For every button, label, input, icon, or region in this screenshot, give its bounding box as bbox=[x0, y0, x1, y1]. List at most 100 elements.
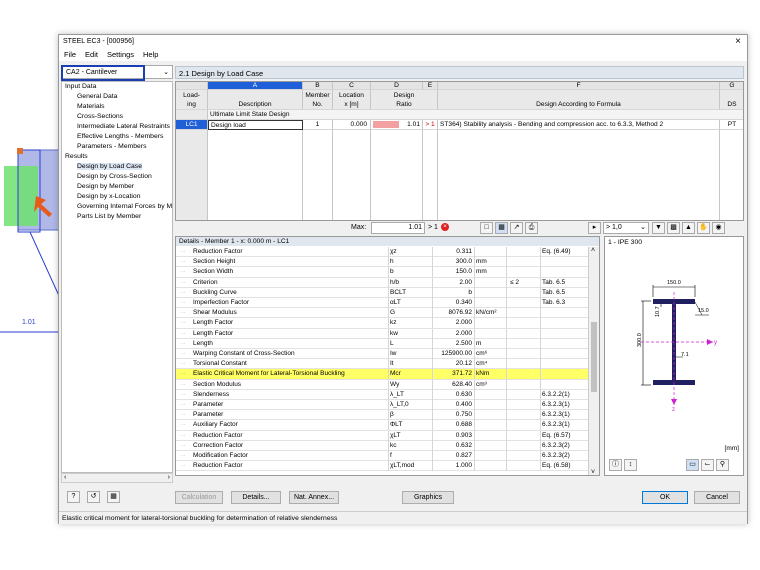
chevron-up-icon[interactable]: ˄ bbox=[591, 247, 595, 254]
table-row[interactable]: ·· Slenderness λ_LT 0.630 6.3.2.2(1) bbox=[176, 389, 588, 400]
table-row[interactable]: ·· Parameter β 0.750 6.3.2.3(1) bbox=[176, 410, 588, 421]
nav-item-parts-list[interactable]: Parts List by Member bbox=[77, 213, 141, 220]
nav-item-cross-sections[interactable]: Cross-Sections bbox=[77, 113, 123, 120]
print-icon[interactable]: ⎙ bbox=[525, 222, 538, 234]
cell-description[interactable]: Design load bbox=[208, 120, 303, 130]
col-letter-b[interactable]: B bbox=[303, 82, 333, 90]
table-row[interactable]: ·· Buckling Curve BCLT b Tab. 6.5 bbox=[176, 287, 588, 298]
eye-icon[interactable]: ◉ bbox=[712, 222, 725, 234]
chevron-down-icon[interactable]: ⌄ bbox=[163, 68, 169, 76]
table-row[interactable]: ·· Reduction Factor χz 0.311 Eq. (6.49) bbox=[176, 247, 588, 258]
table-row[interactable]: ·· Section Height h 300.0 mm bbox=[176, 257, 588, 268]
nav-item-materials[interactable]: Materials bbox=[77, 103, 105, 110]
cell-location[interactable]: 0.000 bbox=[333, 120, 371, 130]
table-row[interactable]: ·· Modification Factor f 0.827 6.3.2.3(2) bbox=[176, 451, 588, 462]
table-row[interactable]: ·· Reduction Factor χLT,mod 1.000 Eq. (6.58) bbox=[176, 461, 588, 472]
cell-ds[interactable]: PT bbox=[720, 120, 743, 130]
graphics-button[interactable]: Graphics bbox=[402, 491, 454, 504]
cancel-button[interactable]: Cancel bbox=[694, 491, 740, 504]
table-row[interactable]: ·· Length Factor kw 2.000 bbox=[176, 328, 588, 339]
section-view-icon[interactable]: ▭ bbox=[686, 459, 699, 471]
row-value: 2.000 bbox=[455, 329, 472, 337]
col-letter-e[interactable]: E bbox=[423, 82, 438, 90]
table-row[interactable]: ·· Imperfection Factor αLT 0.340 Tab. 6.3 bbox=[176, 298, 588, 309]
loadcase-select[interactable]: CA2 - Cantilever ⌄ bbox=[61, 65, 173, 81]
details-scrollbar[interactable]: ˄ ˅ bbox=[588, 247, 599, 475]
ratio-view-icon[interactable]: ▦ bbox=[495, 222, 508, 234]
cell-compare[interactable]: > 1 bbox=[423, 120, 438, 130]
beam-view-icon[interactable]: □ bbox=[480, 222, 493, 234]
filter-icon[interactable]: ▸ bbox=[588, 222, 601, 234]
column-divider bbox=[432, 440, 433, 451]
nav-item-effective-lengths[interactable]: Effective Lengths - Members bbox=[77, 133, 163, 140]
table-row[interactable]: ·· Length L 2.500 m bbox=[176, 338, 588, 349]
nav-item-design-by-cross-section[interactable]: Design by Cross-Section bbox=[77, 173, 152, 180]
column-divider bbox=[540, 430, 541, 441]
column-divider bbox=[506, 277, 507, 288]
col-letter-c[interactable]: C bbox=[333, 82, 371, 90]
column-divider bbox=[388, 328, 389, 339]
dimension-icon[interactable]: ↕ bbox=[624, 459, 637, 471]
color-scale-icon[interactable]: ▩ bbox=[667, 222, 680, 234]
table-icon[interactable]: ▦ bbox=[107, 491, 120, 503]
nav-item-lateral-restraints[interactable]: Intermediate Lateral Restraints bbox=[77, 123, 170, 130]
chevron-down-icon[interactable]: ˅ bbox=[591, 469, 595, 475]
zoom-icon[interactable]: ⚲ bbox=[716, 459, 729, 471]
table-row[interactable]: ·· Reduction Factor χLT 0.903 Eq. (6.57) bbox=[176, 430, 588, 441]
cell-ratio[interactable]: 1.01 bbox=[371, 120, 423, 130]
nav-item-design-by-x-location[interactable]: Design by x-Location bbox=[77, 193, 140, 200]
nat-annex-button[interactable]: Nat. Annex... bbox=[289, 491, 339, 504]
menu-edit[interactable]: Edit bbox=[85, 49, 98, 61]
close-icon[interactable]: × bbox=[735, 36, 741, 47]
table-row[interactable]: ·· Auxiliary Factor ΦLT 0.688 6.3.2.3(1) bbox=[176, 420, 588, 431]
menu-file[interactable]: File bbox=[64, 49, 76, 61]
chevron-left-icon[interactable]: ‹ bbox=[64, 474, 66, 481]
info-icon[interactable]: ⓘ bbox=[609, 459, 622, 471]
cell-member[interactable]: 1 bbox=[303, 120, 333, 130]
table-row[interactable]: ·· Elastic Critical Moment for Lateral-To… bbox=[176, 369, 588, 380]
row-symbol: αLT bbox=[390, 299, 401, 306]
chevron-right-icon[interactable]: › bbox=[168, 474, 170, 481]
table-row[interactable]: ·· Shear Modulus G 8076.92 kN/cm² bbox=[176, 308, 588, 319]
col-letter-a[interactable]: A bbox=[208, 82, 303, 90]
nav-results-header[interactable]: Results bbox=[65, 153, 88, 160]
export-icon[interactable]: ↗ bbox=[510, 222, 523, 234]
cell-formula[interactable]: ST364) Stability analysis - Bending and … bbox=[438, 120, 720, 130]
axis-icon[interactable]: ⌙ bbox=[701, 459, 714, 471]
table-row[interactable]: ·· Section Width b 150.0 mm bbox=[176, 267, 588, 278]
table-row[interactable]: ·· Warping Constant of Cross-Section Iw 125… bbox=[176, 349, 588, 360]
nav-item-design-by-load-case[interactable]: Design by Load Case bbox=[77, 163, 142, 170]
table-row[interactable]: ·· Criterion h/b 2.00 ≤ 2 Tab. 6.5 bbox=[176, 277, 588, 288]
filter-select[interactable]: > 1,0 ⌄ bbox=[603, 222, 649, 234]
nav-scrollbar[interactable]: ‹ › bbox=[61, 473, 173, 483]
scroll-thumb[interactable] bbox=[591, 322, 597, 392]
col-letter-g[interactable]: G bbox=[720, 82, 743, 90]
col-letter-f[interactable]: F bbox=[438, 82, 720, 90]
cell-loading[interactable]: LC1 bbox=[176, 120, 208, 130]
table-row[interactable]: ·· Length Factor kz 2.000 bbox=[176, 318, 588, 329]
hand-icon[interactable]: ✋ bbox=[697, 222, 710, 234]
details-button[interactable]: Details... bbox=[231, 491, 281, 504]
ok-button[interactable]: OK bbox=[642, 491, 688, 504]
nav-item-governing-forces[interactable]: Governing Internal Forces by M bbox=[77, 203, 172, 210]
calculation-button[interactable]: Calculation bbox=[175, 491, 223, 504]
table-row[interactable]: ·· Parameter λ_LT,0 0.400 6.3.2.3(1) bbox=[176, 400, 588, 411]
table-row[interactable]: ·· Correction Factor kc 0.632 6.3.2.3(2) bbox=[176, 440, 588, 451]
table-row[interactable]: ·· Section Modulus Wy 628.40 cm³ bbox=[176, 379, 588, 390]
chevron-down-icon[interactable]: ⌄ bbox=[640, 223, 646, 231]
column-divider bbox=[506, 349, 507, 359]
nav-item-general-data[interactable]: General Data bbox=[77, 93, 117, 100]
menu-help[interactable]: Help bbox=[143, 49, 158, 61]
funnel-icon[interactable]: ▼ bbox=[652, 222, 665, 234]
nav-item-parameters[interactable]: Parameters - Members bbox=[77, 143, 147, 150]
tree-line-icon: ·· bbox=[181, 319, 186, 327]
col-letter-d[interactable]: D bbox=[371, 82, 423, 90]
filter-value: > 1,0 bbox=[606, 224, 622, 231]
table-row[interactable]: ·· Torsional Constant It 20.12 cm⁴ bbox=[176, 359, 588, 370]
nav-input-header[interactable]: Input Data bbox=[65, 83, 96, 90]
nav-item-design-by-member[interactable]: Design by Member bbox=[77, 183, 134, 190]
relation-icon[interactable]: ▲ bbox=[682, 222, 695, 234]
reset-icon[interactable]: ↺ bbox=[87, 491, 100, 503]
help-icon[interactable]: ? bbox=[67, 491, 80, 503]
menu-settings[interactable]: Settings bbox=[107, 49, 134, 61]
